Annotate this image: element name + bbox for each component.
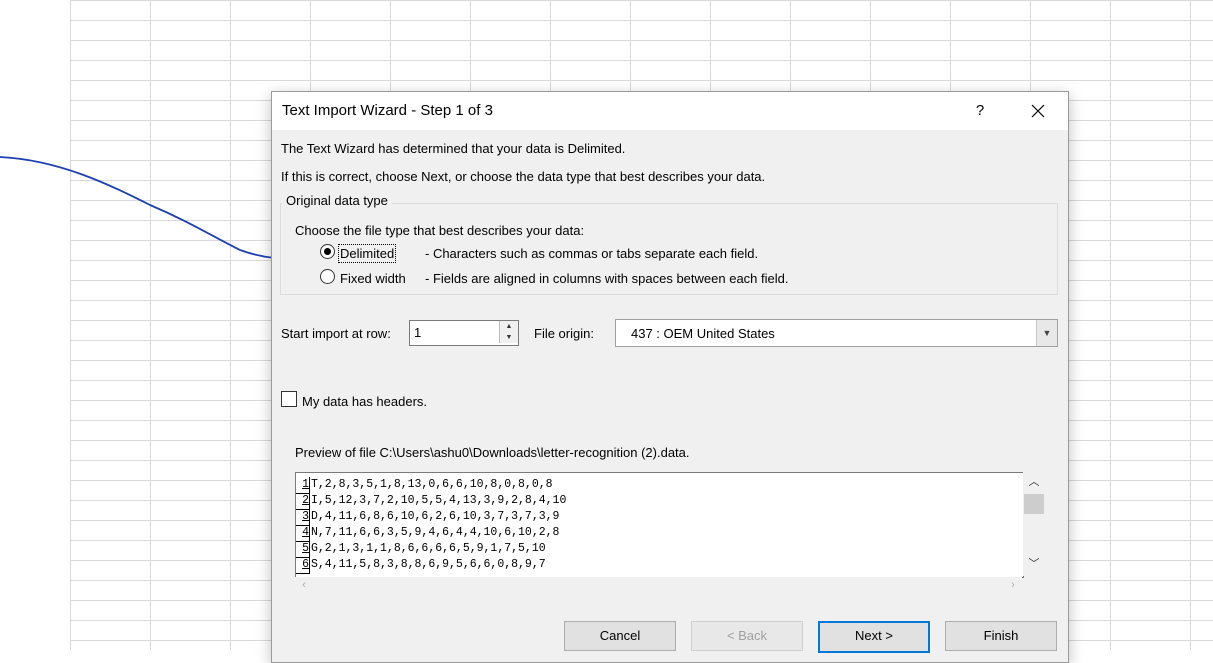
preview-pane[interactable]: 1 T,2,8,3,5,1,8,13,0,6,6,10,8,0,8,0,8 2 I,… [295,472,1024,578]
headers-checkbox[interactable] [281,391,297,407]
spin-down-icon[interactable]: ▼ [499,332,518,343]
preview-row: 1 T,2,8,3,5,1,8,13,0,6,6,10,8,0,8,0,8 [296,477,553,494]
start-row-input[interactable] [410,321,498,343]
finish-button[interactable]: Finish [945,621,1057,651]
preview-horizontal-scrollbar[interactable]: ‹ › [295,577,1022,593]
scroll-thumb[interactable] [1024,494,1044,514]
fixed-width-description: - Fields are aligned in columns with spa… [425,271,789,286]
fixed-width-radio-label[interactable]: Fixed width [340,271,406,286]
preview-row: 2 I,5,12,3,7,2,10,5,5,4,13,3,9,2,8,4,10 [296,493,566,510]
preview-row: 5 G,2,1,3,1,1,8,6,6,6,6,5,9,1,7,5,10 [296,541,546,558]
preview-row: 4 N,7,11,6,6,3,5,9,4,6,4,4,10,6,10,2,8 [296,525,559,542]
intro-text-2: If this is correct, choose Next, or choo… [281,169,766,184]
original-data-type-legend: Original data type [282,193,392,208]
file-origin-label: File origin: [534,326,594,341]
preview-vertical-scrollbar[interactable]: ︿ ﹀ [1023,472,1045,576]
scroll-right-icon[interactable]: › [1004,577,1022,593]
start-import-label: Start import at row: [281,326,391,341]
chevron-down-icon[interactable]: ▼ [1036,320,1057,346]
help-button[interactable]: ? [962,100,998,122]
next-button[interactable]: Next > [818,621,930,653]
file-type-prompt: Choose the file type that best describes… [295,223,585,238]
scroll-up-icon[interactable]: ︿ [1023,472,1045,492]
scroll-left-icon[interactable]: ‹ [295,577,313,593]
preview-label: Preview of file C:\Users\ashu0\Downloads… [295,445,690,460]
delimited-description: - Characters such as commas or tabs sepa… [425,246,759,261]
headers-checkbox-label[interactable]: My data has headers. [302,394,427,409]
file-origin-select[interactable]: 437 : OEM United States ▼ [615,319,1058,347]
dialog-titlebar: Text Import Wizard - Step 1 of 3 ? [272,92,1068,130]
text-import-wizard-dialog: Text Import Wizard - Step 1 of 3 ? The T… [271,91,1069,663]
file-origin-value: 437 : OEM United States [631,326,775,341]
intro-text-1: The Text Wizard has determined that your… [281,141,626,156]
fixed-width-radio[interactable] [320,269,335,284]
scroll-down-icon[interactable]: ﹀ [1023,554,1045,574]
start-row-stepper[interactable]: ▲ ▼ [409,320,519,346]
cancel-button[interactable]: Cancel [564,621,676,651]
back-button[interactable]: < Back [691,621,803,651]
spin-up-icon[interactable]: ▲ [499,321,518,332]
close-button[interactable] [1018,98,1058,124]
delimited-radio-label[interactable]: Delimited [337,244,397,263]
preview-row: 6 S,4,11,5,8,3,8,8,6,9,5,6,6,0,8,9,7 [296,557,546,574]
delimited-radio[interactable] [320,244,335,259]
close-icon [1031,104,1045,118]
preview-row: 3 D,4,11,6,8,6,10,6,2,6,10,3,7,3,7,3,9 [296,509,559,526]
dialog-title: Text Import Wizard - Step 1 of 3 [282,102,493,119]
